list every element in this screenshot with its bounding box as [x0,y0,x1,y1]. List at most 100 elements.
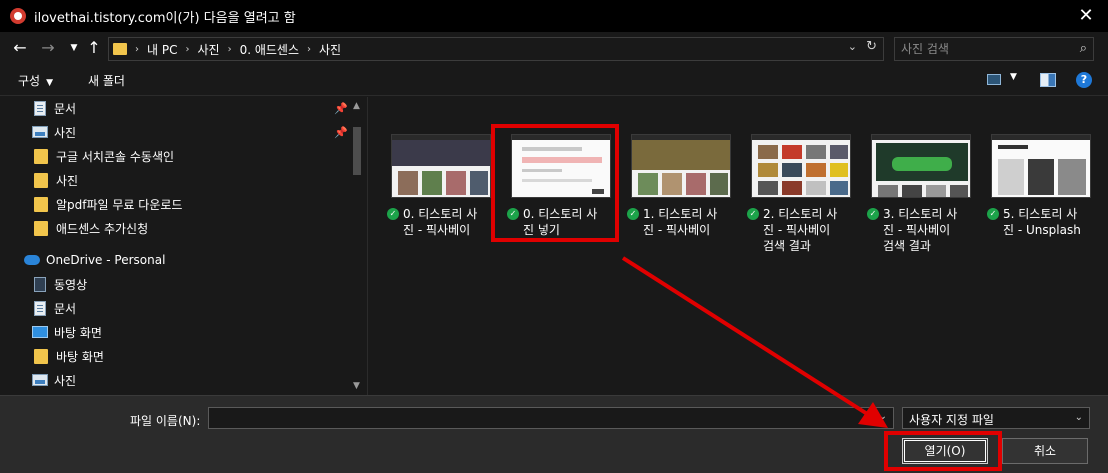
breadcrumb-item[interactable]: 내 PC [147,41,177,58]
nav-item-videos[interactable]: 동영상 [34,273,87,295]
chevron-down-icon: ▼ [46,78,54,88]
file-thumbnail [871,134,971,198]
nav-item-pictures[interactable]: 사진 [32,369,76,391]
pin-icon: 📌 [334,102,348,115]
annotation-highlight-box [491,124,619,242]
nav-item-folder[interactable]: 구글 서치콘솔 수동색인 [34,145,174,167]
pictures-icon [32,126,48,138]
address-row: ← → ▼ ↑ › 내 PC › 사진 › 0. 애드센스 › 사진 ⌄ ↻ ⌕ [0,32,1108,64]
nav-item-documents[interactable]: 문서 [34,297,76,319]
file-name: 0. 티스토리 사진 - 픽사베이 [403,207,478,237]
breadcrumb-item[interactable]: 사진 [197,41,219,58]
file-name: 3. 티스토리 사진 - 픽사베이 검색 결과 [883,207,958,253]
forward-arrow-icon[interactable]: → [38,38,58,58]
file-list: ✓ 0. 티스토리 사진 - 픽사베이 ✓ 0. 티스토리 사진 넣기 ✓ 1.… [369,97,1108,395]
nav-item-onedrive[interactable]: OneDrive - Personal [24,249,165,271]
file-thumbnail [391,134,491,198]
cancel-button[interactable]: 취소 [1002,438,1088,464]
file-thumbnail [631,134,731,198]
recent-locations-chevron-icon[interactable]: ▼ [64,38,84,58]
folder-icon [34,148,48,164]
file-item[interactable]: ✓ 3. 티스토리 사진 - 픽사베이 검색 결과 [863,134,983,254]
back-arrow-icon[interactable]: ← [10,38,30,58]
nav-item-label: 동영상 [54,277,88,292]
chevron-right-icon: › [227,43,232,55]
search-input[interactable] [901,41,1061,57]
breadcrumb-item[interactable]: 사진 [319,41,341,58]
nav-item-folder[interactable]: 애드센스 추가신청 [34,217,148,239]
cloud-icon [24,255,40,265]
title-bar: ilovethai.tistory.com이(가) 다음을 열려고 함 ✕ [0,0,1108,32]
change-view-icon[interactable] [987,74,1001,85]
search-box[interactable]: ⌕ [894,37,1094,61]
new-folder-button[interactable]: 새 폴더 [88,72,125,89]
nav-item-folder[interactable]: 바탕 화면 [34,345,104,367]
nav-scrollbar[interactable]: ▲ ▼ [350,97,364,395]
chevron-right-icon: › [185,43,190,55]
nav-item-label: 사진 [56,173,79,188]
nav-item-label: 사진 [54,125,77,140]
chevron-right-icon: › [135,43,139,55]
close-icon[interactable]: ✕ [1074,4,1098,28]
organize-menu[interactable]: 구성 ▼ [18,72,53,89]
folder-icon [113,43,127,55]
chevron-down-icon[interactable]: ▼ [353,381,360,391]
preview-pane-icon[interactable] [1040,73,1056,87]
file-name: 1. 티스토리 사진 - 픽사베이 [643,207,718,237]
document-icon [34,100,46,116]
file-item[interactable]: ✓ 1. 티스토리 사진 - 픽사베이 [623,134,743,254]
folder-icon [34,220,48,236]
file-thumbnail [991,134,1091,198]
filename-label: 파일 이름(N): [130,414,201,428]
desktop-icon [32,326,48,338]
nav-item-label: 구글 서치콘솔 수동색인 [56,149,175,164]
nav-item-label: 사진 [54,373,77,388]
nav-item-folder[interactable]: 알pdf파일 무료 다운로드 [34,193,182,215]
scrollbar-thumb[interactable] [353,127,361,175]
nav-item-label: 바탕 화면 [56,349,104,364]
breadcrumb-item[interactable]: 0. 애드센스 [240,41,299,58]
document-icon [34,300,46,316]
filename-input[interactable] [213,410,863,426]
nav-item-label: 애드센스 추가신청 [56,221,149,236]
video-icon [34,276,46,292]
file-item[interactable]: ✓ 2. 티스토리 사진 - 픽사베이 검색 결과 [743,134,863,254]
file-item[interactable]: ✓ 0. 티스토리 사진 - 픽사베이 [383,134,503,254]
command-bar: 구성 ▼ 새 폴더 ▼ ? [0,64,1108,96]
chevron-down-icon[interactable]: ▼ [1010,72,1017,82]
file-item[interactable]: ✓ 5. 티스토리 사진 - Unsplash [983,134,1103,254]
chevron-down-icon[interactable]: ⌄ [879,411,887,422]
chevron-down-icon[interactable]: ⌄ [848,40,857,53]
help-icon[interactable]: ? [1076,72,1092,88]
folder-icon [34,348,48,364]
filename-field[interactable]: ⌄ [208,407,894,429]
window-title: ilovethai.tistory.com이(가) 다음을 열려고 함 [34,10,296,26]
nav-item-label: 문서 [54,301,77,316]
folder-icon [34,196,48,212]
refresh-icon[interactable]: ↻ [866,39,877,54]
filetype-select[interactable]: 사용자 지정 파일 ⌄ [902,407,1090,429]
pictures-icon [32,374,48,386]
filetype-value: 사용자 지정 파일 [909,413,994,427]
nav-item-desktop[interactable]: 바탕 화면 [32,321,102,343]
file-name: 2. 티스토리 사진 - 픽사베이 검색 결과 [763,207,838,253]
search-icon[interactable]: ⌕ [1080,41,1087,56]
file-name: 5. 티스토리 사진 - Unsplash [1003,207,1081,237]
chevron-right-icon: › [307,43,312,55]
navigation-pane: 문서 📌 사진 📌 구글 서치콘솔 수동색인 사진 알pdf파일 무료 다운로드… [0,97,368,395]
nav-item-documents[interactable]: 문서 [34,97,76,119]
nav-item-label: OneDrive - Personal [46,253,166,267]
chevron-down-icon: ⌄ [1074,412,1083,423]
chevron-up-icon[interactable]: ▲ [353,101,360,111]
nav-item-label: 알pdf파일 무료 다운로드 [56,197,183,212]
organize-label: 구성 [18,74,41,88]
nav-item-pictures[interactable]: 사진 [32,121,76,143]
address-bar[interactable]: › 내 PC › 사진 › 0. 애드센스 › 사진 ⌄ ↻ [108,37,884,61]
app-logo-icon [10,8,26,24]
nav-item-label: 문서 [54,101,77,116]
nav-item-label: 바탕 화면 [54,325,102,340]
nav-item-folder[interactable]: 사진 [34,169,78,191]
annotation-highlight-box [884,431,1002,471]
up-arrow-icon[interactable]: ↑ [84,38,104,58]
file-thumbnail [751,134,851,198]
